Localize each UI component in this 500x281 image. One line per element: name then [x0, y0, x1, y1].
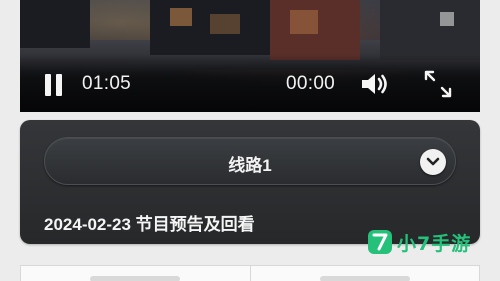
tab-right[interactable] — [250, 265, 480, 281]
program-title: 2024-02-23 节目预告及回看 — [44, 215, 255, 234]
program-panel: 线路1 2024-02-23 节目预告及回看 — [20, 120, 480, 244]
video-player[interactable]: 01:05 00:00 — [20, 0, 480, 112]
volume-button[interactable] — [360, 70, 392, 98]
bottom-tabs — [20, 265, 480, 281]
watermark-text: 小7手游 — [397, 232, 472, 255]
watermark: 小7手游 — [368, 228, 471, 256]
route-select-dropdown[interactable]: 线路1 — [44, 137, 456, 185]
fullscreen-icon — [424, 70, 452, 98]
brand-logo-icon — [368, 230, 392, 254]
volume-icon — [362, 74, 387, 94]
pause-button[interactable] — [44, 74, 64, 96]
tab-left[interactable] — [20, 265, 251, 281]
fullscreen-button[interactable] — [422, 68, 454, 100]
duration-time: 00:00 — [286, 73, 336, 94]
route-label: 线路1 — [228, 156, 272, 175]
chevron-down-icon — [426, 157, 440, 166]
pause-icon — [45, 74, 51, 96]
current-time: 01:05 — [82, 73, 132, 94]
dropdown-toggle[interactable] — [420, 149, 446, 175]
